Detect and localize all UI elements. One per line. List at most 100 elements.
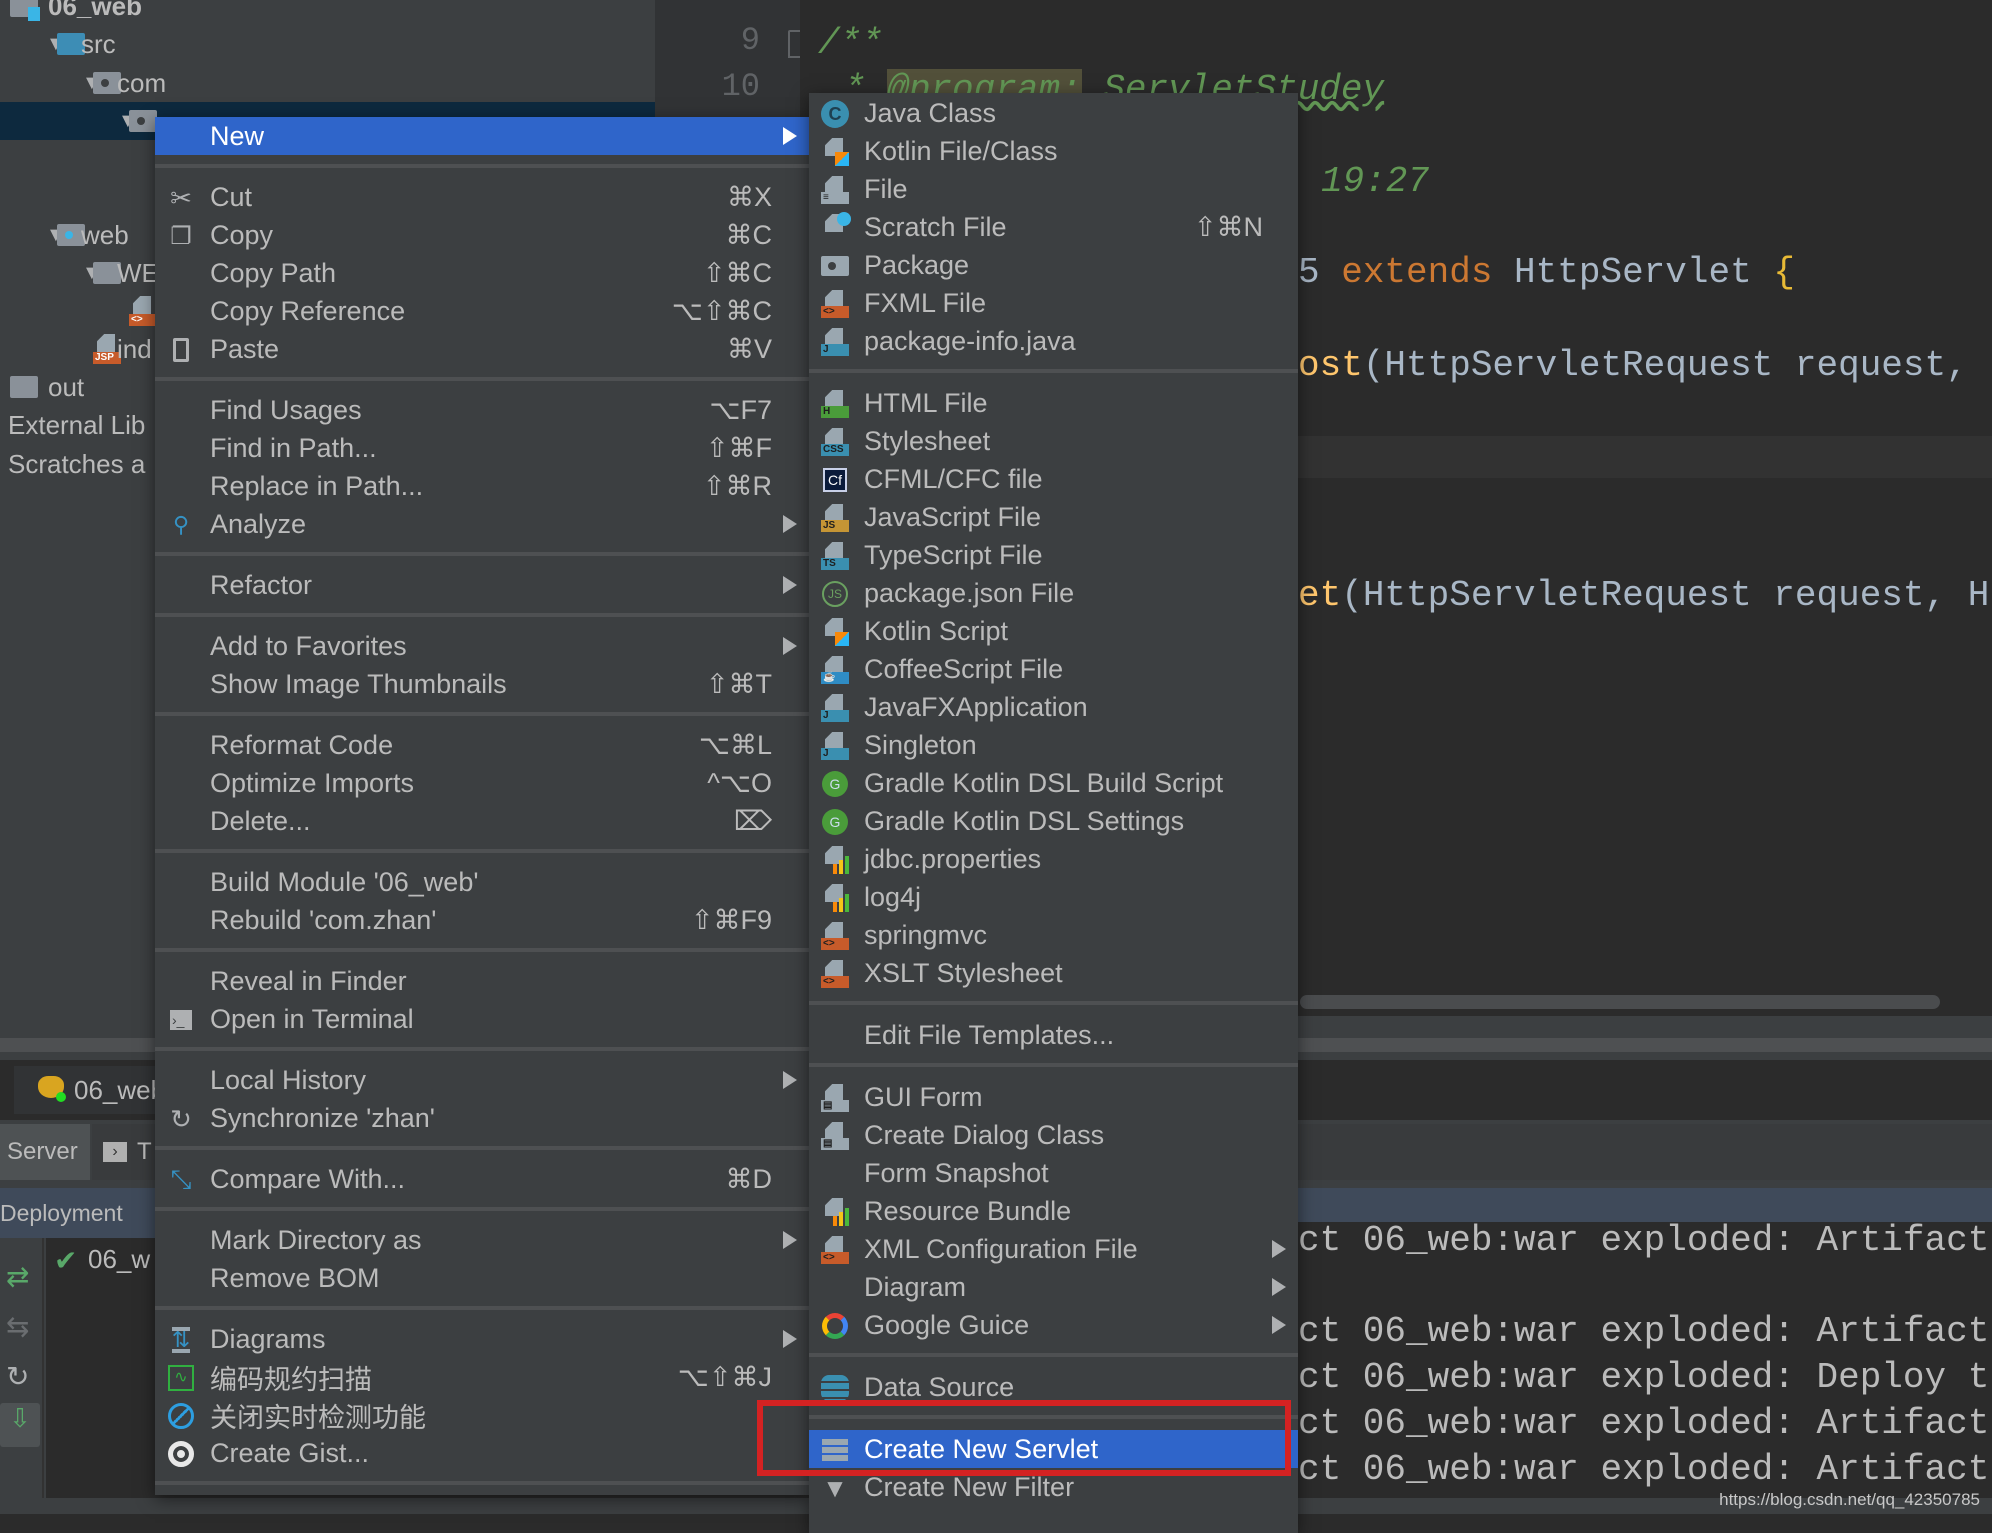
menu-item-cut[interactable]: ✂ Cut ⌘X (155, 178, 809, 216)
tree-item[interactable]: ▼ src (0, 25, 655, 63)
menu-item-shortcut: ⇧⌘C (702, 257, 772, 288)
line-number: 8 (741, 0, 760, 9)
menu-item-kotlin-file-class[interactable]: Kotlin File/Class (809, 132, 1298, 170)
horizontal-scrollbar[interactable] (1300, 995, 1940, 1009)
menu-item-diagrams[interactable]: ⇅ Diagrams (155, 1320, 809, 1358)
menu-item-remove-bom[interactable]: Remove BOM (155, 1259, 809, 1297)
menu-item-jdbc-properties[interactable]: jdbc.properties (809, 840, 1298, 878)
menu-item-find-in-path[interactable]: Find in Path... ⇧⌘F (155, 429, 809, 467)
menu-item-label: Edit File Templates... (864, 1019, 1115, 1050)
menu-item-optimize-imports[interactable]: Optimize Imports ^⌥O (155, 764, 809, 802)
menu-item-label: FXML File (864, 287, 987, 318)
menu-item-show-image-thumbnails[interactable]: Show Image Thumbnails ⇧⌘T (155, 665, 809, 703)
tree-item-label: ind (117, 333, 152, 364)
menu-item-create-dialog-class[interactable]: ▤ Create Dialog Class (809, 1116, 1298, 1154)
menu-item-find-usages[interactable]: Find Usages ⌥F7 (155, 391, 809, 429)
menu-item-log4j[interactable]: log4j (809, 878, 1298, 916)
menu-item-gradle-kotlin-dsl-settings[interactable]: G Gradle Kotlin DSL Settings (809, 802, 1298, 840)
menu-item-gui-form[interactable]: ▤ GUI Form (809, 1078, 1298, 1116)
menu-item-reformat-code[interactable]: Reformat Code ⌥⌘L (155, 726, 809, 764)
menu-item-cfml-cfc-file[interactable]: Cf CFML/CFC file (809, 460, 1298, 498)
watermark: https://blog.csdn.net/qq_42350785 (1719, 1490, 1980, 1509)
menu-item-shortcut: ⌥⇧⌘J (677, 1361, 772, 1392)
menu-item-copy[interactable]: ❐ Copy ⌘C (155, 216, 809, 254)
extends-keyword: extends (1341, 252, 1493, 293)
menu-item-singleton[interactable]: J Singleton (809, 726, 1298, 764)
menu-item-reveal-in-finder[interactable]: Reveal in Finder (155, 962, 809, 1000)
menu-item-edit-file-templates[interactable]: Edit File Templates... (809, 1016, 1298, 1054)
menu-item-stylesheet[interactable]: CSS Stylesheet (809, 422, 1298, 460)
menu-item-coffeescript-file[interactable]: ☕ CoffeeScript File (809, 650, 1298, 688)
deployment-item[interactable]: 06_w (88, 1244, 150, 1275)
menu-item-delete[interactable]: Delete... ⌦ (155, 802, 809, 840)
menu-item-local-history[interactable]: Local History (155, 1061, 809, 1099)
menu-item-typescript-file[interactable]: TS TypeScript File (809, 536, 1298, 574)
menu-separator (809, 360, 1298, 384)
check-icon: ✔ (54, 1245, 78, 1276)
console-output[interactable] (1298, 1222, 1992, 1498)
menu-item-resource-bundle[interactable]: Resource Bundle (809, 1192, 1298, 1230)
menu-item-label: JavaScript File (864, 501, 1042, 532)
xml-file-icon: <> (821, 960, 849, 988)
menu-item-form-snapshot[interactable]: Form Snapshot (809, 1154, 1298, 1192)
menu-item-item[interactable]: ∿ 编码规约扫描 ⌥⇧⌘J (155, 1358, 809, 1396)
menu-separator (155, 155, 809, 178)
menu-item-springmvc[interactable]: <> springmvc (809, 916, 1298, 954)
menu-separator (155, 703, 809, 726)
menu-item-rebuild-com-zhan[interactable]: Rebuild 'com.zhan' ⇧⌘F9 (155, 901, 809, 939)
menu-item-file[interactable]: ≡ File (809, 170, 1298, 208)
menu-item-copy-reference[interactable]: Copy Reference ⌥⇧⌘C (155, 292, 809, 330)
menu-item-kotlin-script[interactable]: Kotlin Script (809, 612, 1298, 650)
menu-item-build-module-06-web[interactable]: Build Module '06_web' (155, 863, 809, 901)
menu-item-label: Java Class (864, 97, 997, 128)
menu-item-shortcut: ⌦ (733, 805, 772, 836)
menu-item-create-gist[interactable]: Create Gist... (155, 1434, 809, 1472)
menu-item-open-in-terminal[interactable]: ›_ Open in Terminal (155, 1000, 809, 1038)
menu-item-refactor[interactable]: Refactor (155, 566, 809, 604)
menu-item-javafxapplication[interactable]: J JavaFXApplication (809, 688, 1298, 726)
menu-item-scratch-file[interactable]: Scratch File ⇧⌘N (809, 208, 1298, 246)
menu-item-add-to-favorites[interactable]: Add to Favorites (155, 627, 809, 665)
refresh-icon[interactable]: ↻ (6, 1360, 29, 1393)
menu-item-google-guice[interactable]: Google Guice (809, 1306, 1298, 1344)
tree-item[interactable]: ▼ com (0, 64, 655, 102)
run-tab[interactable]: 06_web (14, 1066, 169, 1114)
menu-item-analyze[interactable]: ⚲ Analyze (155, 505, 809, 543)
menu-item-item[interactable]: 关闭实时检测功能 (155, 1396, 809, 1434)
server-tab[interactable]: Server (0, 1124, 90, 1180)
coffee-file-icon: ☕ (821, 656, 849, 684)
menu-item-fxml-file[interactable]: <> FXML File (809, 284, 1298, 322)
menu-item-xml-configuration-file[interactable]: <> XML Configuration File (809, 1230, 1298, 1268)
menu-item-replace-in-path[interactable]: Replace in Path... ⇧⌘R (155, 467, 809, 505)
menu-item-label: XML Configuration File (864, 1233, 1138, 1264)
deploy-icon[interactable]: ⇄ (6, 1260, 29, 1293)
terminal-icon: › (103, 1142, 127, 1162)
menu-item-diagram[interactable]: Diagram (809, 1268, 1298, 1306)
tree-item[interactable]: 06_web (0, 0, 655, 25)
menu-separator (155, 1198, 809, 1221)
menu-item-xslt-stylesheet[interactable]: <> XSLT Stylesheet (809, 954, 1298, 992)
menu-item-mark-directory-as[interactable]: Mark Directory as (155, 1221, 809, 1259)
menu-item-paste[interactable]: Paste ⌘V (155, 330, 809, 368)
js-file-icon: JS (821, 504, 849, 532)
tree-item-label: com (117, 67, 167, 98)
menu-item-synchronize-zhan[interactable]: ↻ Synchronize 'zhan' (155, 1099, 809, 1137)
menu-item-package[interactable]: Package (809, 246, 1298, 284)
menu-item-javascript-file[interactable]: JS JavaScript File (809, 498, 1298, 536)
menu-item-new[interactable]: New (155, 117, 809, 155)
menu-item-package-info-java[interactable]: Jpackage-info.java (809, 322, 1298, 360)
menu-item-copy-path[interactable]: Copy Path ⇧⌘C (155, 254, 809, 292)
menu-item-compare-with[interactable]: ⤡ Compare With... ⌘D (155, 1160, 809, 1198)
menu-item-package-json-file[interactable]: JS package.json File (809, 574, 1298, 612)
code-comment-open: /** (818, 23, 883, 64)
menu-item-java-class[interactable]: C Java Class (809, 94, 1298, 132)
menu-item-label: Add to Favorites (210, 630, 407, 661)
menu-item-gradle-kotlin-dsl-build-script[interactable]: G Gradle Kotlin DSL Build Script (809, 764, 1298, 802)
update-icon[interactable]: ⇩ (0, 1403, 40, 1447)
kotlin-file-icon (821, 618, 849, 646)
menu-item-label: Find Usages (210, 394, 362, 425)
menu-item-html-file[interactable]: H HTML File (809, 384, 1298, 422)
undeploy-icon[interactable]: ⇆ (6, 1310, 29, 1343)
menu-item-label: Copy Reference (210, 295, 406, 326)
tree-item-label: External Lib (8, 409, 146, 440)
